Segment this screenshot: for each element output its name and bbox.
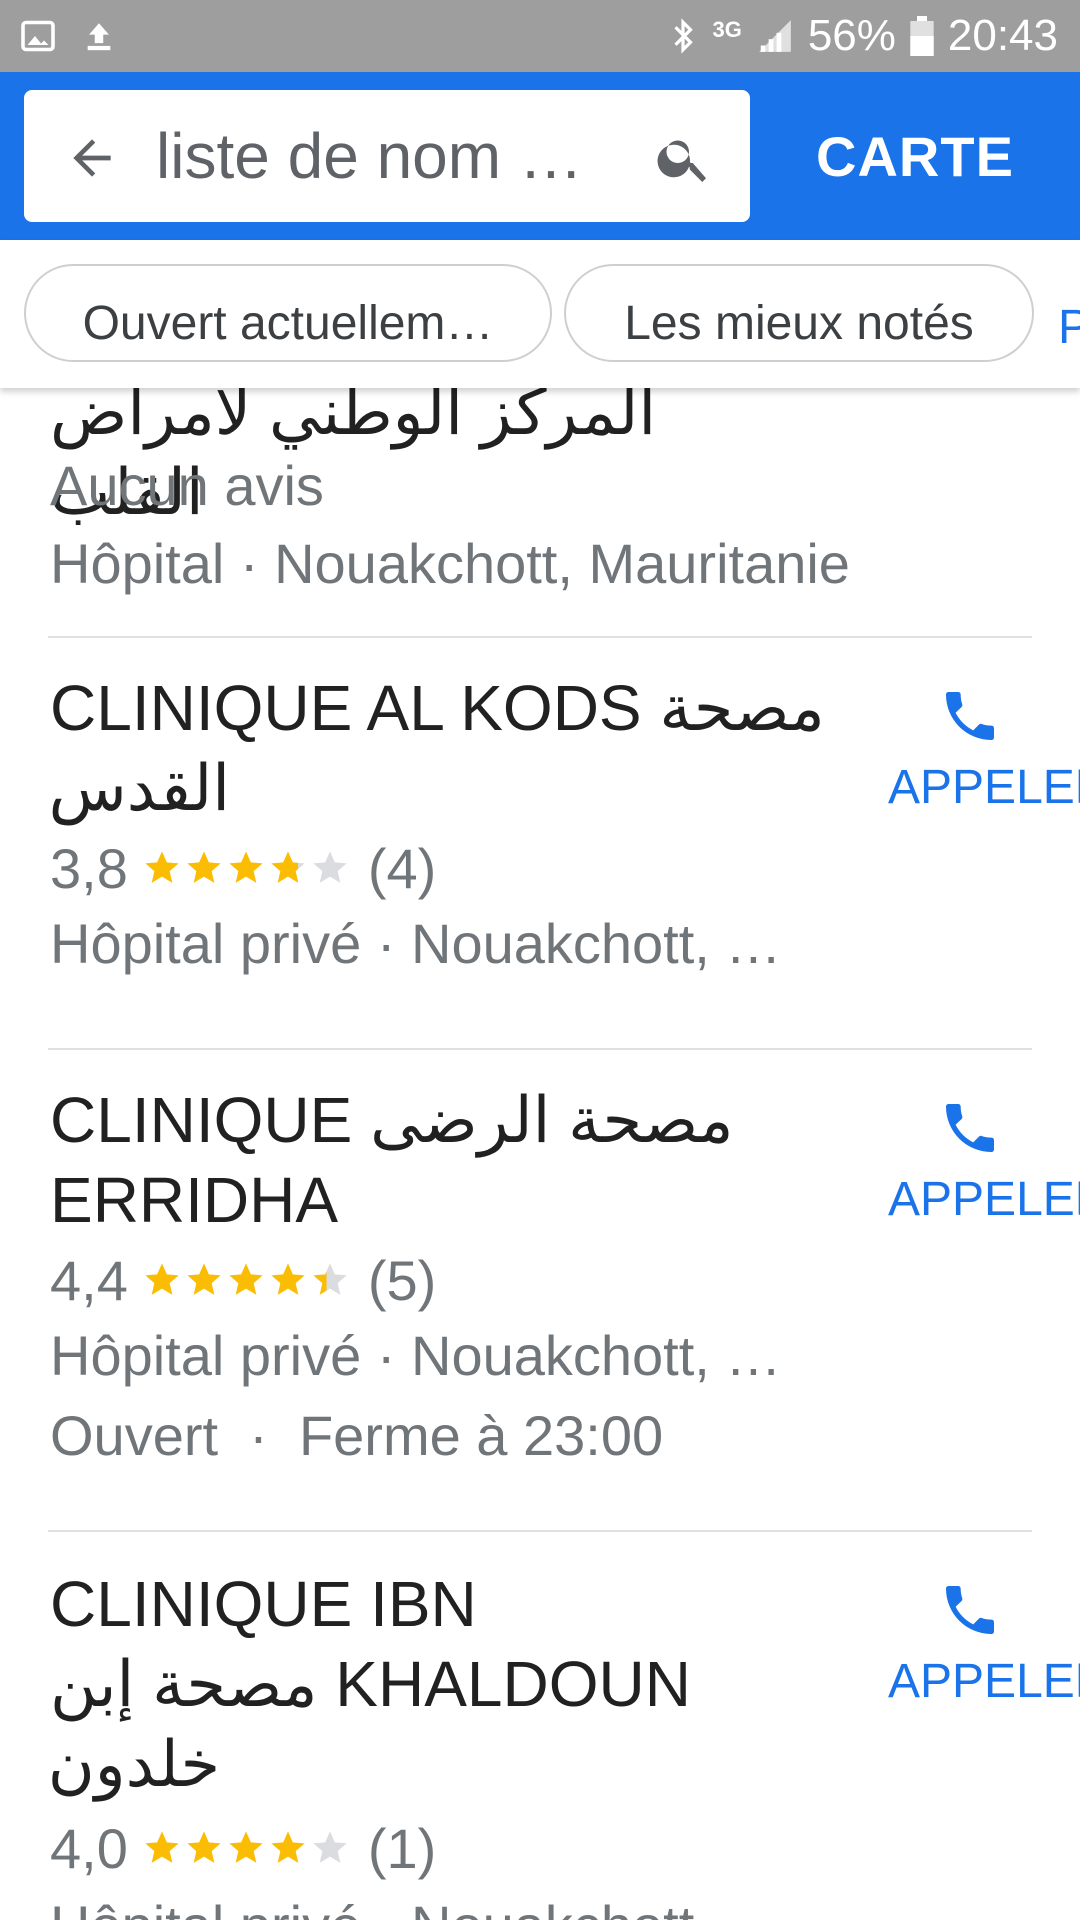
clock: 20:43 [947, 11, 1058, 60]
star-icon [271, 1831, 305, 1863]
phone-icon [946, 1586, 994, 1634]
star-icon [229, 851, 263, 883]
star-rating [142, 848, 352, 888]
rating-row: 4,0 (1) [50, 1810, 436, 1886]
signal-icon [758, 20, 791, 52]
place-category: Hôpital · Nouakchott, Mauritanie [50, 532, 850, 595]
status-bar: 3G 56% 20:43 [0, 0, 1080, 72]
filter-chip-bar: Ouvert actuellem… Les mieux notés P [0, 240, 1080, 388]
star-icon [271, 1263, 305, 1295]
star-rating [142, 1828, 352, 1868]
status-right: 3G 56% 20:43 [668, 10, 1058, 62]
rating-value: 3,8 [50, 836, 128, 900]
call-label: APPELER [888, 1173, 1080, 1226]
list-item[interactable]: CLINIQUE IBN مصحة إبن KHALDOUN خلدون 4,0… [0, 1532, 1080, 1920]
results-list[interactable]: المركز الوطني لأمراض القلب Aucun avis Hô… [0, 388, 1080, 1920]
place-category: Hôpital privé · Nouakchott, … [50, 912, 782, 975]
review-count: (5) [367, 1248, 437, 1312]
rating-row: 3,8 (4) [50, 830, 436, 906]
phone-icon [946, 692, 994, 740]
chip-more[interactable]: P [1058, 300, 1080, 355]
chip-top-rated[interactable]: Les mieux notés [564, 264, 1034, 362]
battery-percent: 56% [807, 11, 896, 60]
review-count: (1) [367, 1816, 437, 1880]
call-button[interactable]: APPELER [888, 1578, 1080, 1712]
star-icon [313, 1831, 347, 1863]
upload-icon [87, 23, 111, 51]
star-icon [313, 851, 347, 883]
image-icon [21, 20, 55, 52]
rating-value: 4,4 [50, 1248, 128, 1312]
search-icon[interactable] [654, 128, 714, 188]
star-icon [187, 1263, 221, 1295]
place-name-line-2: مصحة إبن KHALDOUN [50, 1648, 691, 1720]
place-name-line-2: القدس [48, 752, 230, 824]
list-item[interactable]: CLINIQUE مصحة الرضى ERRIDHA 4,4 (5) Hôpi… [0, 1050, 1080, 1530]
opening-hours: Ouvert · Ferme à 23:00 [50, 1404, 664, 1467]
place-category: Hôpital privé · Nouakchott, … [50, 1324, 782, 1387]
star-icon [145, 1831, 179, 1863]
review-status: Aucun avis [50, 454, 324, 517]
chip-open-now[interactable]: Ouvert actuellem… [24, 264, 552, 362]
phone-icon [946, 1104, 994, 1152]
place-name-line-1: CLINIQUE IBN [50, 1568, 477, 1640]
bluetooth-icon [674, 18, 694, 54]
call-button[interactable]: APPELER [888, 684, 1080, 818]
network-type: 3G [712, 17, 742, 42]
star-icon [187, 1831, 221, 1863]
star-rating [142, 1260, 352, 1300]
rating-row: 4,4 (5) [50, 1242, 436, 1318]
map-button[interactable]: CARTE [790, 112, 1040, 202]
battery-icon [910, 16, 934, 56]
search-box[interactable]: liste de nom … [24, 90, 750, 222]
star-icon [145, 851, 179, 883]
search-query[interactable]: liste de nom … [156, 118, 636, 194]
call-button[interactable]: APPELER [888, 1096, 1080, 1230]
star-icon [187, 851, 221, 883]
star-icon [313, 1263, 347, 1295]
status-left-icons [20, 16, 116, 56]
call-label: APPELER [888, 1655, 1080, 1708]
place-name-line-1: CLINIQUE AL KODS مصحة [50, 672, 825, 744]
star-icon [229, 1831, 263, 1863]
call-label: APPELER [888, 761, 1080, 814]
list-item[interactable]: CLINIQUE AL KODS مصحة القدس 3,8 (4) Hôpi… [0, 638, 1080, 1048]
place-name-line-3: خلدون [47, 1728, 220, 1800]
place-name-line-1: CLINIQUE مصحة الرضى [50, 1084, 734, 1156]
place-name-line-2: ERRIDHA [50, 1164, 339, 1236]
place-category: Hôpital privé · Nouakchott, … [50, 1888, 870, 1920]
star-icon [229, 1263, 263, 1295]
rating-value: 4,0 [50, 1816, 128, 1880]
app-bar: liste de nom … CARTE [0, 72, 1080, 240]
back-arrow-icon[interactable] [64, 130, 120, 186]
star-icon [271, 851, 305, 883]
review-count: (4) [367, 836, 437, 900]
star-icon [145, 1263, 179, 1295]
